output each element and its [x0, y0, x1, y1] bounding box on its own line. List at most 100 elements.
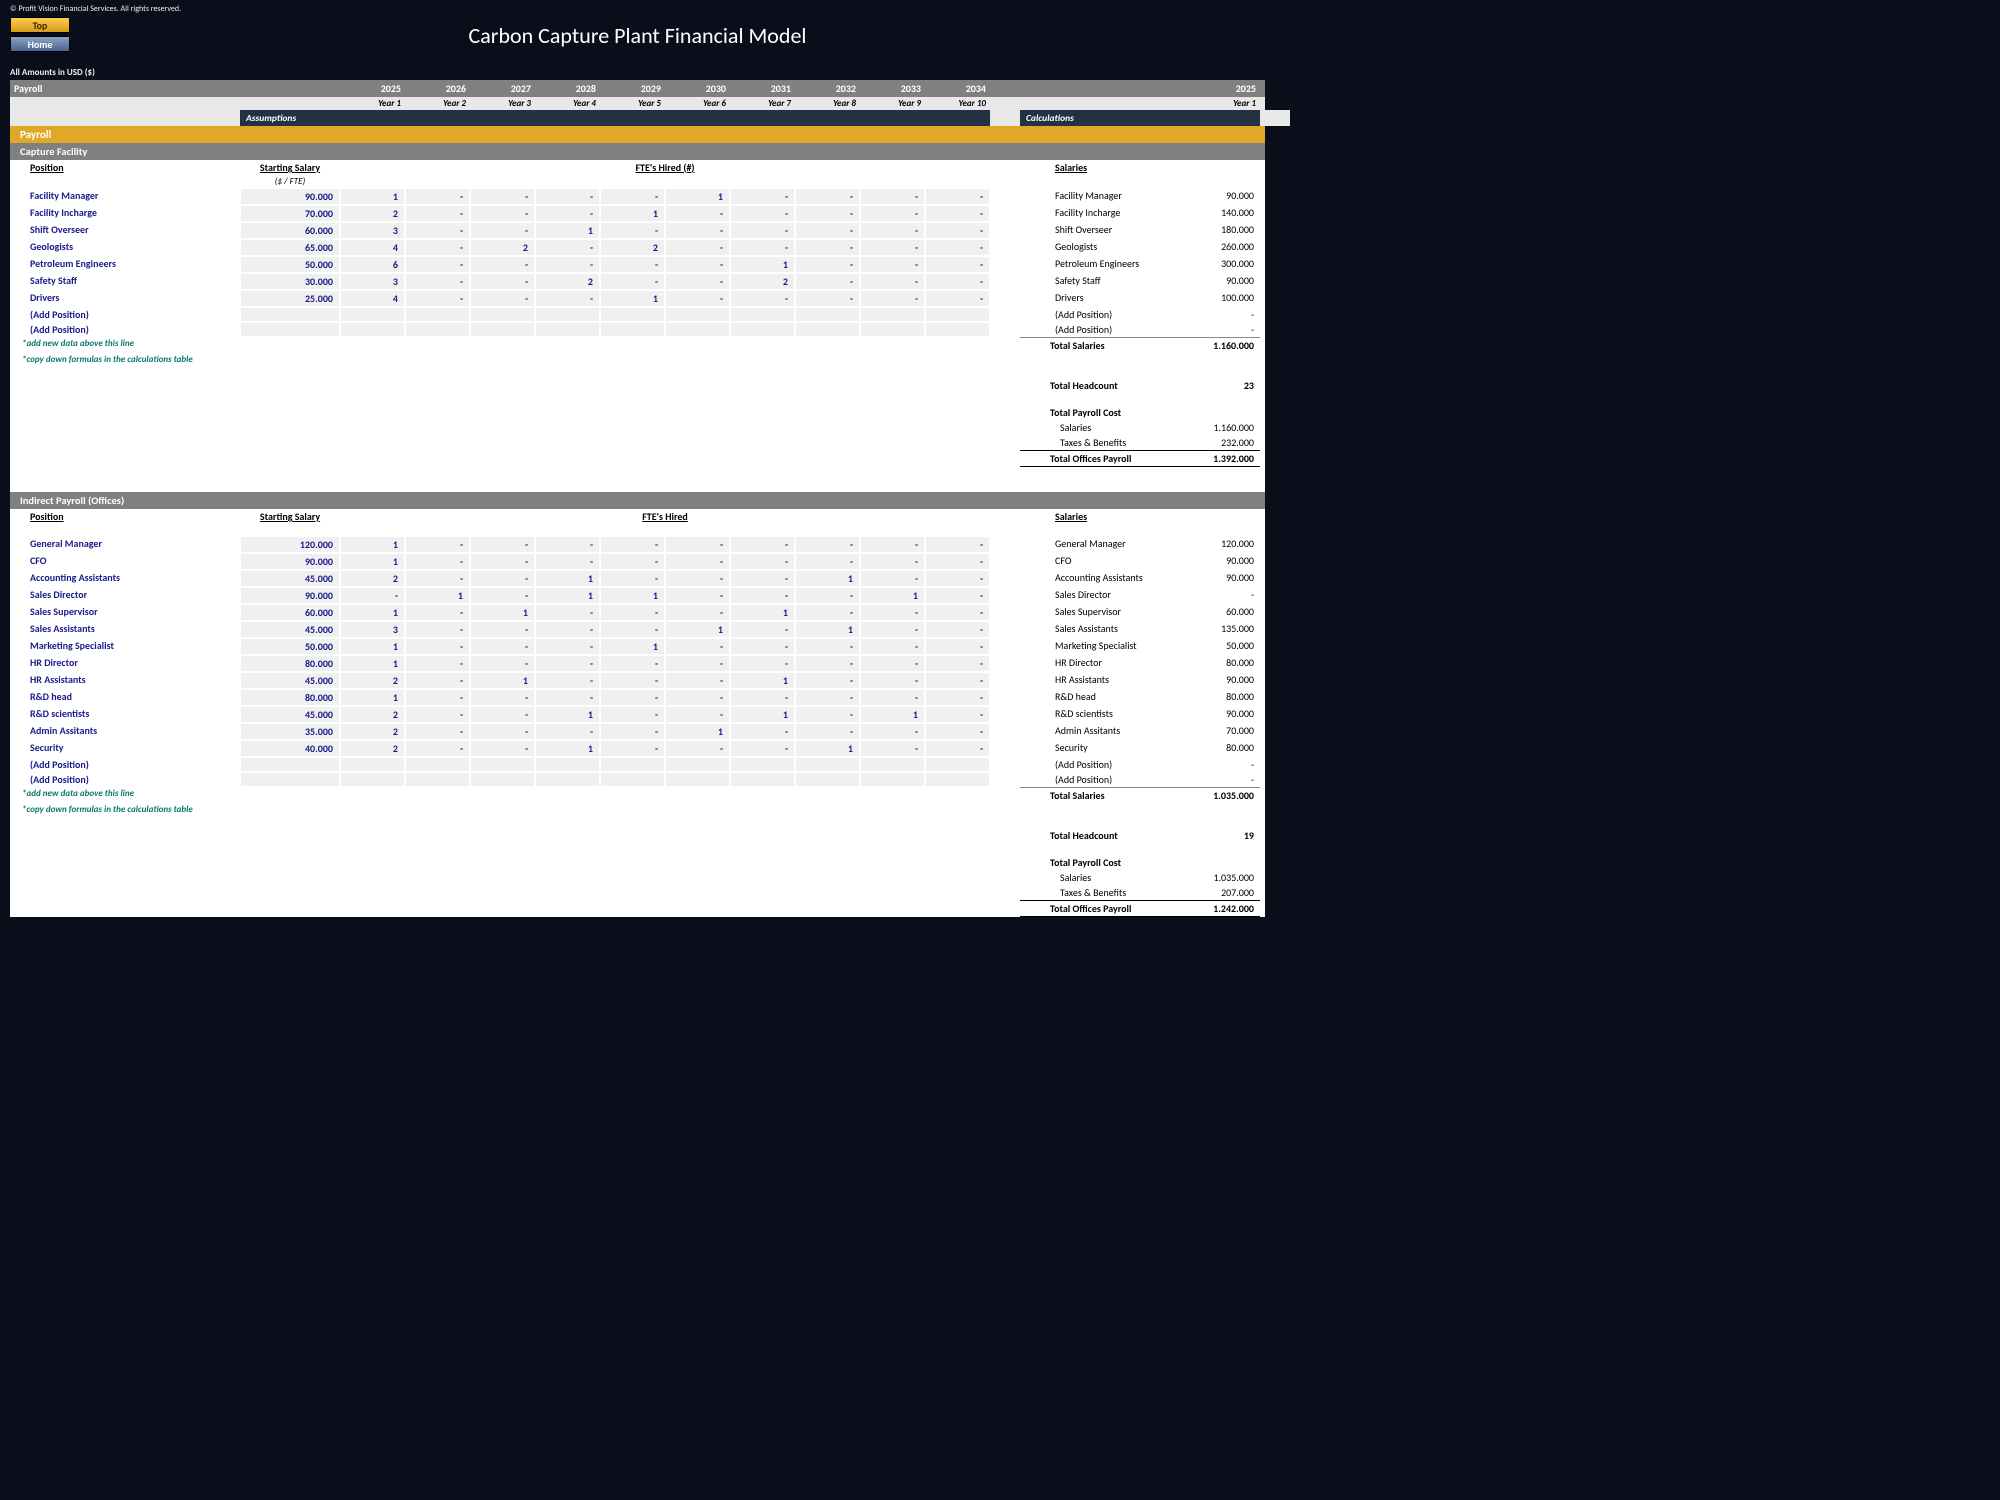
fte-cell[interactable]: - [405, 570, 470, 587]
fte-cell[interactable]: 1 [340, 638, 405, 655]
fte-cell[interactable]: - [665, 655, 730, 672]
fte-cell[interactable]: - [535, 689, 600, 706]
fte-cell[interactable] [925, 757, 990, 772]
fte-cell[interactable]: - [340, 587, 405, 604]
fte-cell[interactable]: - [860, 723, 925, 740]
salary-cell[interactable]: 90.000 [240, 188, 340, 205]
fte-cell[interactable]: - [925, 723, 990, 740]
fte-cell[interactable]: - [600, 256, 665, 273]
fte-cell[interactable]: 1 [795, 570, 860, 587]
fte-cell[interactable]: - [795, 638, 860, 655]
salary-cell[interactable]: 45.000 [240, 706, 340, 723]
fte-cell[interactable] [405, 772, 470, 787]
fte-cell[interactable]: - [795, 655, 860, 672]
fte-cell[interactable]: 1 [470, 604, 535, 621]
fte-cell[interactable]: 1 [340, 553, 405, 570]
fte-cell[interactable]: - [665, 689, 730, 706]
fte-cell[interactable]: - [730, 655, 795, 672]
fte-cell[interactable]: - [665, 256, 730, 273]
fte-cell[interactable]: - [535, 188, 600, 205]
fte-cell[interactable]: - [535, 604, 600, 621]
fte-cell[interactable] [470, 322, 535, 337]
fte-cell[interactable]: - [730, 740, 795, 757]
fte-cell[interactable] [340, 322, 405, 337]
fte-cell[interactable]: - [795, 188, 860, 205]
fte-cell[interactable]: - [795, 256, 860, 273]
fte-cell[interactable] [665, 772, 730, 787]
fte-cell[interactable] [795, 772, 860, 787]
fte-cell[interactable]: - [665, 536, 730, 553]
fte-cell[interactable]: - [665, 570, 730, 587]
salary-cell[interactable]: 70.000 [240, 205, 340, 222]
fte-cell[interactable]: - [470, 570, 535, 587]
fte-cell[interactable]: - [470, 638, 535, 655]
fte-cell[interactable]: - [925, 587, 990, 604]
fte-cell[interactable]: - [405, 536, 470, 553]
fte-cell[interactable]: 3 [340, 273, 405, 290]
fte-cell[interactable]: - [405, 239, 470, 256]
fte-cell[interactable]: 1 [665, 723, 730, 740]
fte-cell[interactable]: - [860, 655, 925, 672]
fte-cell[interactable]: 1 [665, 621, 730, 638]
fte-cell[interactable]: - [405, 689, 470, 706]
fte-cell[interactable] [925, 322, 990, 337]
fte-cell[interactable]: - [795, 222, 860, 239]
fte-cell[interactable]: - [470, 222, 535, 239]
fte-cell[interactable]: 1 [340, 188, 405, 205]
fte-cell[interactable]: - [470, 587, 535, 604]
fte-cell[interactable]: 2 [340, 740, 405, 757]
fte-cell[interactable]: - [730, 536, 795, 553]
fte-cell[interactable]: - [470, 553, 535, 570]
fte-cell[interactable]: - [795, 587, 860, 604]
salary-cell[interactable]: 65.000 [240, 239, 340, 256]
fte-cell[interactable]: - [405, 740, 470, 757]
fte-cell[interactable]: - [535, 638, 600, 655]
fte-cell[interactable]: - [925, 621, 990, 638]
fte-cell[interactable]: - [925, 239, 990, 256]
fte-cell[interactable]: - [665, 222, 730, 239]
fte-cell[interactable]: - [925, 205, 990, 222]
fte-cell[interactable]: - [860, 536, 925, 553]
fte-cell[interactable]: - [730, 290, 795, 307]
fte-cell[interactable] [860, 772, 925, 787]
fte-cell[interactable]: - [925, 188, 990, 205]
fte-cell[interactable]: - [405, 604, 470, 621]
fte-cell[interactable]: - [405, 638, 470, 655]
fte-cell[interactable]: - [535, 621, 600, 638]
fte-cell[interactable]: 1 [535, 587, 600, 604]
fte-cell[interactable]: - [795, 706, 860, 723]
fte-cell[interactable]: 6 [340, 256, 405, 273]
salary-cell[interactable]: 80.000 [240, 689, 340, 706]
fte-cell[interactable]: - [730, 222, 795, 239]
fte-cell[interactable]: - [860, 553, 925, 570]
fte-cell[interactable]: - [405, 256, 470, 273]
fte-cell[interactable] [340, 772, 405, 787]
fte-cell[interactable] [665, 322, 730, 337]
fte-cell[interactable]: - [600, 536, 665, 553]
salary-cell[interactable]: 90.000 [240, 587, 340, 604]
fte-cell[interactable]: - [470, 689, 535, 706]
fte-cell[interactable] [795, 757, 860, 772]
fte-cell[interactable]: - [600, 672, 665, 689]
fte-cell[interactable]: - [860, 689, 925, 706]
fte-cell[interactable]: - [405, 621, 470, 638]
fte-cell[interactable]: - [665, 273, 730, 290]
fte-cell[interactable]: 2 [600, 239, 665, 256]
top-button[interactable]: Top [10, 17, 70, 33]
fte-cell[interactable]: - [535, 723, 600, 740]
fte-cell[interactable]: - [665, 672, 730, 689]
fte-cell[interactable]: 2 [730, 273, 795, 290]
fte-cell[interactable] [925, 772, 990, 787]
fte-cell[interactable]: 4 [340, 290, 405, 307]
fte-cell[interactable]: 1 [340, 604, 405, 621]
fte-cell[interactable]: - [925, 706, 990, 723]
fte-cell[interactable]: - [470, 706, 535, 723]
fte-cell[interactable] [535, 772, 600, 787]
fte-cell[interactable]: - [665, 604, 730, 621]
fte-cell[interactable]: - [860, 188, 925, 205]
fte-cell[interactable]: - [860, 239, 925, 256]
fte-cell[interactable]: - [470, 256, 535, 273]
fte-cell[interactable]: - [860, 256, 925, 273]
fte-cell[interactable]: - [665, 706, 730, 723]
salary-cell[interactable]: 90.000 [240, 553, 340, 570]
